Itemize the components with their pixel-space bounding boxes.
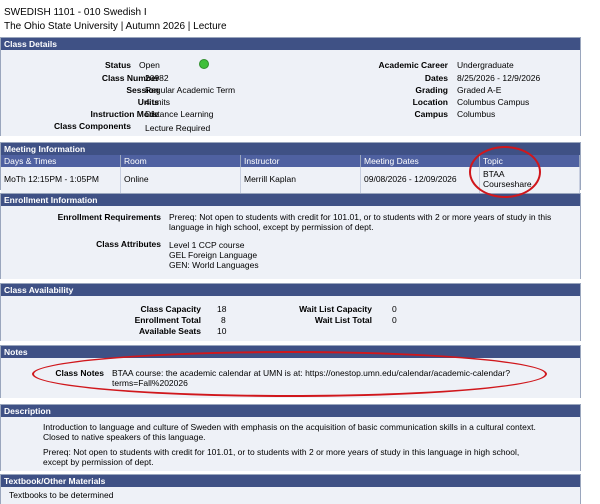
enrollment-total-label: Enrollment Total — [134, 315, 201, 325]
textbook-value: Textbooks to be determined — [9, 490, 114, 500]
class-capacity-label: Class Capacity — [140, 304, 201, 314]
available-seats-label: Available Seats — [138, 326, 201, 336]
meeting-info-title: Meeting Information — [1, 143, 580, 155]
notes-title: Notes — [1, 346, 580, 358]
meeting-info-section: Meeting Information Days & Times Room In… — [0, 142, 581, 196]
instruction-mode-value: Distance Learning — [145, 109, 214, 119]
class-attribute-3: GEN: World Languages — [169, 260, 259, 270]
enrollment-requirements-label: Enrollment Requirements — [57, 212, 161, 222]
grading-value: Graded A-E — [457, 85, 502, 95]
days-times-cell: MoTh 12:15PM - 1:05PM — [1, 167, 121, 196]
course-subtitle: The Ohio State University | Autumn 2026 … — [4, 21, 227, 32]
available-seats-value: 10 — [217, 326, 227, 336]
location-label: Location — [412, 97, 448, 107]
enrollment-info-title: Enrollment Information — [1, 194, 580, 206]
meeting-table: Days & Times Room Instructor Meeting Dat… — [1, 155, 580, 196]
class-attribute-1: Level 1 CCP course — [169, 240, 245, 250]
class-capacity-value: 18 — [217, 304, 227, 314]
enrollment-requirements-value: Prereq: Not open to students with credit… — [169, 212, 552, 232]
class-attribute-2: GEL Foreign Language — [169, 250, 258, 260]
topic-line-1: BTAA — [483, 169, 505, 179]
textbook-body: Textbooks to be determined — [1, 487, 580, 504]
topic-line-2: Courseshare — [483, 179, 532, 189]
col-days-times: Days & Times — [1, 155, 121, 167]
meeting-dates-cell: 09/08/2026 - 12/09/2026 — [360, 167, 480, 196]
description-paragraph-2: Prereq: Not open to students with credit… — [43, 447, 520, 467]
status-label: Status — [105, 60, 131, 70]
class-components-label: Class Components — [54, 121, 131, 131]
class-notes-label: Class Notes — [55, 368, 104, 378]
enrollment-info-section: Enrollment Information Enrollment Requir… — [0, 193, 581, 279]
campus-label: Campus — [414, 109, 448, 119]
notes-body: Class Notes BTAA course: the academic ca… — [1, 358, 580, 398]
status-value: Open — [139, 60, 160, 70]
table-row: MoTh 12:15PM - 1:05PM Online Merrill Kap… — [1, 167, 580, 196]
col-instructor: Instructor — [240, 155, 361, 167]
notes-section: Notes Class Notes BTAA course: the acade… — [0, 345, 581, 398]
class-details-body: Status Open Class Number 20982 Session R… — [1, 50, 580, 136]
col-topic: Topic — [479, 155, 580, 167]
campus-value: Columbus — [457, 109, 496, 119]
class-components-value: Lecture Required — [145, 123, 211, 133]
topic-cell: BTAA Courseshare — [479, 167, 580, 196]
col-room: Room — [120, 155, 241, 167]
class-attributes-label: Class Attributes — [96, 239, 161, 249]
academic-career-label: Academic Career — [378, 60, 448, 70]
description-body: Introduction to language and culture of … — [1, 417, 580, 471]
location-value: Columbus Campus — [457, 97, 530, 107]
class-availability-body: Class Capacity 18 Enrollment Total 8 Ava… — [1, 296, 580, 341]
class-details-section: Class Details Status Open Class Number 2… — [0, 37, 581, 136]
units-value: 4 units — [145, 97, 171, 107]
grading-label: Grading — [415, 85, 448, 95]
class-availability-title: Class Availability — [1, 284, 580, 296]
class-availability-section: Class Availability Class Capacity 18 Enr… — [0, 283, 581, 341]
room-cell: Online — [120, 167, 241, 196]
dates-value: 8/25/2026 - 12/9/2026 — [457, 73, 541, 83]
meeting-table-header: Days & Times Room Instructor Meeting Dat… — [1, 155, 580, 167]
class-number-value: 20982 — [145, 73, 169, 83]
class-notes-value: BTAA course: the academic calendar at UM… — [112, 368, 511, 388]
instructor-cell[interactable]: Merrill Kaplan — [240, 167, 361, 196]
description-section: Description Introduction to language and… — [0, 404, 581, 471]
academic-career-value: Undergraduate — [457, 60, 514, 70]
enrollment-total-value: 8 — [221, 315, 226, 325]
status-open-icon — [199, 59, 209, 69]
waitlist-capacity-value: 0 — [392, 304, 397, 314]
waitlist-capacity-label: Wait List Capacity — [299, 304, 372, 314]
textbook-section: Textbook/Other Materials Textbooks to be… — [0, 474, 581, 504]
waitlist-total-label: Wait List Total — [314, 315, 372, 325]
description-title: Description — [1, 405, 580, 417]
enrollment-info-body: Enrollment Requirements Prereq: Not open… — [1, 206, 580, 279]
col-meeting-dates: Meeting Dates — [360, 155, 480, 167]
class-details-title: Class Details — [1, 38, 580, 50]
dates-label: Dates — [424, 73, 448, 83]
textbook-title: Textbook/Other Materials — [1, 475, 580, 487]
waitlist-total-value: 0 — [392, 315, 397, 325]
course-title: SWEDISH 1101 - 010 Swedish I — [4, 7, 147, 18]
session-value: Regular Academic Term — [145, 85, 236, 95]
description-paragraph-1: Introduction to language and culture of … — [43, 422, 536, 442]
